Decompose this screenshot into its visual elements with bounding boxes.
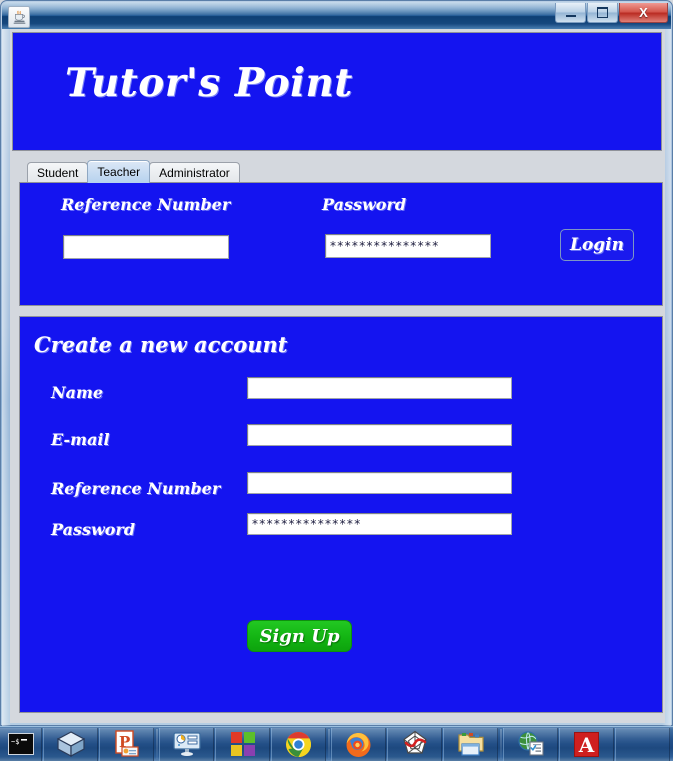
signup-reference-number-label: Reference Number — [51, 479, 221, 498]
virtualbox-cube-icon — [56, 731, 85, 758]
client-area: Tutor's Point Student Teacher Administra… — [10, 29, 665, 723]
presentation-icon — [172, 732, 201, 756]
tab-administrator-label: Administrator — [159, 166, 230, 180]
login-password-label: Password — [322, 195, 407, 214]
signup-email-label: E-mail — [51, 430, 110, 449]
taskbar: ~$ P A — [0, 726, 673, 761]
signup-password-input[interactable]: *************** — [247, 513, 512, 535]
taskbar-item-virtualbox[interactable] — [43, 727, 98, 761]
maximize-button[interactable] — [587, 3, 618, 23]
signup-button[interactable]: Sign Up — [247, 620, 352, 652]
signup-panel: Create a new account Name E-mail Referen… — [19, 316, 663, 713]
taskbar-separator-2 — [328, 729, 330, 759]
page-title: Tutor's Point — [65, 60, 353, 106]
window-controls: X — [555, 3, 668, 23]
taskbar-separator-3 — [500, 729, 502, 759]
signup-reference-number-input[interactable] — [247, 472, 512, 494]
taskbar-item-acrobat[interactable]: A — [559, 727, 614, 761]
tab-strip: Student Teacher Administrator — [27, 159, 240, 183]
taskbar-item-folder-window[interactable] — [443, 727, 498, 761]
chrome-icon — [286, 731, 311, 757]
login-reference-number-label: Reference Number — [61, 195, 231, 214]
login-password-input[interactable]: *************** — [325, 234, 491, 258]
minimize-icon — [565, 14, 576, 17]
taskbar-item-globe-checklist[interactable] — [503, 727, 558, 761]
spiderweb-icon — [402, 730, 427, 754]
terminal-icon: ~$ — [7, 733, 34, 755]
signup-email-input[interactable] — [247, 424, 512, 446]
svg-text:~$: ~$ — [11, 738, 19, 746]
taskbar-item-chrome[interactable] — [271, 727, 326, 761]
signup-name-input[interactable] — [247, 377, 512, 399]
signup-password-label: Password — [51, 520, 136, 539]
taskbar-item-overflow[interactable] — [615, 727, 670, 761]
tab-student[interactable]: Student — [27, 162, 89, 183]
minimize-button[interactable] — [555, 3, 586, 23]
tab-administrator[interactable]: Administrator — [149, 162, 240, 183]
taskbar-item-powerpoint[interactable]: P — [99, 727, 154, 761]
maximize-icon — [597, 7, 608, 18]
acrobat-icon: A — [574, 731, 599, 757]
java-coffee-cup-icon — [8, 6, 30, 28]
firefox-icon — [346, 732, 371, 757]
tab-teacher-label: Teacher — [97, 165, 141, 179]
tab-teacher[interactable]: Teacher — [87, 160, 151, 183]
taskbar-item-windows[interactable] — [215, 727, 270, 761]
taskbar-separator — [156, 729, 158, 759]
signup-heading: Create a new account — [34, 332, 288, 357]
title-bar[interactable]: X — [2, 2, 671, 29]
screen: X Tutor's Point Student Teacher Administ… — [0, 0, 673, 761]
globe-checklist-icon — [517, 731, 544, 756]
windows-logo-icon — [230, 732, 255, 756]
login-button[interactable]: Login — [560, 229, 634, 261]
taskbar-item-terminal[interactable]: ~$ — [0, 727, 42, 761]
taskbar-item-firefox[interactable] — [331, 727, 386, 761]
taskbar-item-spiderweb[interactable] — [387, 727, 442, 761]
close-button[interactable]: X — [619, 3, 668, 23]
folder-window-icon — [457, 733, 484, 756]
login-reference-number-input[interactable] — [63, 235, 229, 259]
taskbar-item-presentation[interactable] — [159, 727, 214, 761]
login-panel: Reference Number Password **************… — [19, 182, 663, 306]
close-icon: X — [639, 5, 648, 20]
header-banner: Tutor's Point — [12, 32, 662, 151]
tab-student-label: Student — [37, 166, 79, 180]
application-window: X Tutor's Point Student Teacher Administ… — [0, 0, 673, 726]
powerpoint-icon: P — [114, 730, 139, 757]
svg-text:A: A — [578, 733, 595, 757]
signup-name-label: Name — [51, 383, 104, 402]
